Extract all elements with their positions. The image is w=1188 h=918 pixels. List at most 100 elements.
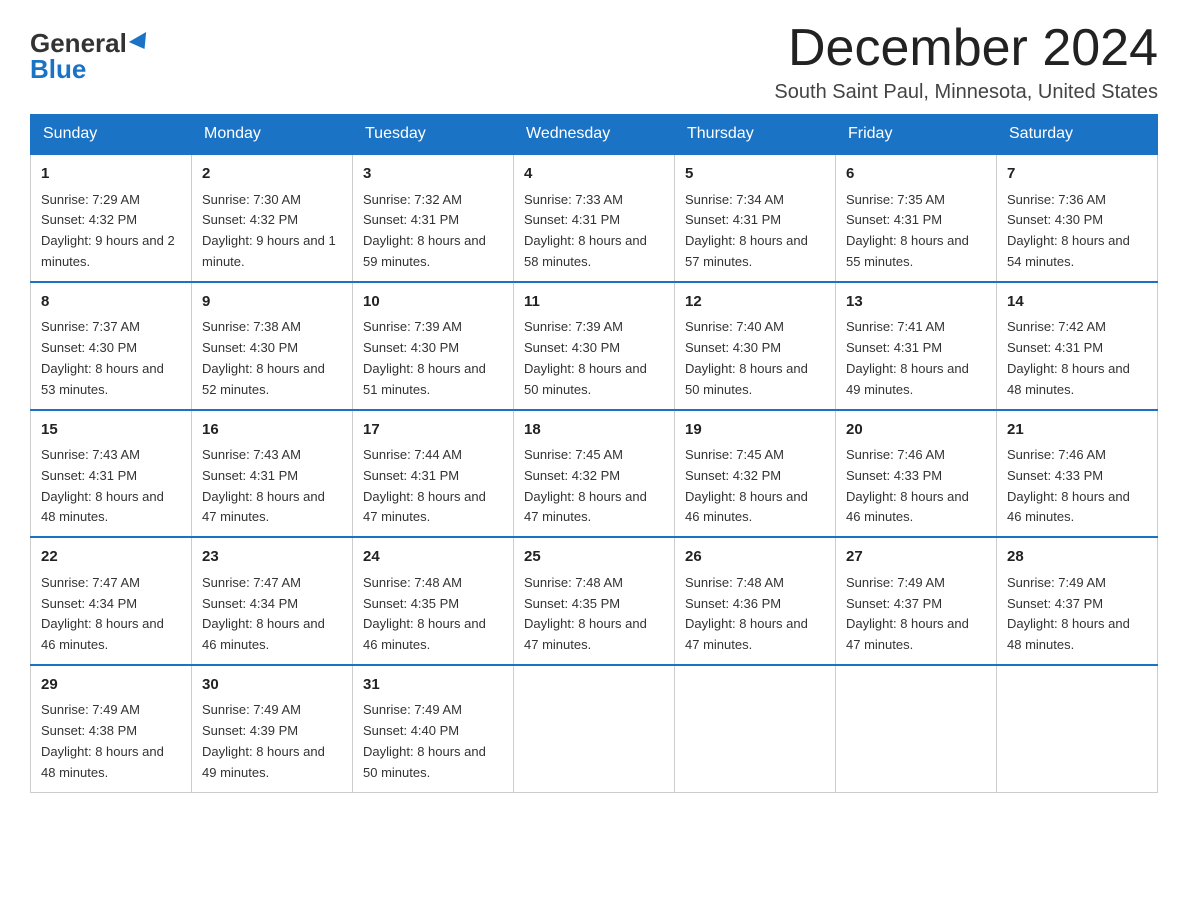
- calendar-week-row: 1 Sunrise: 7:29 AMSunset: 4:32 PMDaylight…: [31, 154, 1158, 282]
- calendar-day-cell: 17 Sunrise: 7:44 AMSunset: 4:31 PMDayligh…: [353, 410, 514, 538]
- day-info: Sunrise: 7:43 AMSunset: 4:31 PMDaylight:…: [41, 445, 181, 528]
- calendar-header-wednesday: Wednesday: [514, 115, 675, 155]
- day-number: 26: [685, 546, 825, 569]
- calendar-week-row: 22 Sunrise: 7:47 AMSunset: 4:34 PMDayligh…: [31, 537, 1158, 665]
- day-number: 17: [363, 419, 503, 442]
- calendar-title-section: December 2024 South Saint Paul, Minnesot…: [774, 20, 1158, 104]
- calendar-day-cell: 8Sunrise: 7:37 AMSunset: 4:30 PMDaylight…: [31, 282, 192, 410]
- day-number: 13: [846, 291, 986, 314]
- day-info: Sunrise: 7:32 AMSunset: 4:31 PMDaylight:…: [363, 190, 503, 273]
- calendar-day-cell: [675, 665, 836, 792]
- day-info: Sunrise: 7:42 AMSunset: 4:31 PMDaylight:…: [1007, 317, 1147, 400]
- day-info: Sunrise: 7:36 AMSunset: 4:30 PMDaylight:…: [1007, 190, 1147, 273]
- day-number: 9: [202, 291, 342, 314]
- calendar-day-cell: 6 Sunrise: 7:35 AMSunset: 4:31 PMDaylight…: [836, 154, 997, 282]
- day-info: Sunrise: 7:49 AMSunset: 4:38 PMDaylight:…: [41, 700, 181, 783]
- logo-triangle-icon: [129, 32, 153, 54]
- day-info: Sunrise: 7:35 AMSunset: 4:31 PMDaylight:…: [846, 190, 986, 273]
- calendar-header-friday: Friday: [836, 115, 997, 155]
- day-number: 11: [524, 291, 664, 314]
- calendar-day-cell: 26Sunrise: 7:48 AMSunset: 4:36 PMDayligh…: [675, 537, 836, 665]
- logo-general-text: General: [30, 30, 127, 56]
- day-info: Sunrise: 7:49 AMSunset: 4:40 PMDaylight:…: [363, 700, 503, 783]
- day-info: Sunrise: 7:33 AMSunset: 4:31 PMDaylight:…: [524, 190, 664, 273]
- day-number: 28: [1007, 546, 1147, 569]
- day-number: 8: [41, 291, 181, 314]
- day-number: 6: [846, 163, 986, 186]
- day-number: 22: [41, 546, 181, 569]
- day-info: Sunrise: 7:49 AMSunset: 4:37 PMDaylight:…: [1007, 573, 1147, 656]
- calendar-day-cell: 13 Sunrise: 7:41 AMSunset: 4:31 PMDayligh…: [836, 282, 997, 410]
- day-number: 20: [846, 419, 986, 442]
- calendar-day-cell: 19 Sunrise: 7:45 AMSunset: 4:32 PMDayligh…: [675, 410, 836, 538]
- calendar-day-cell: 24 Sunrise: 7:48 AMSunset: 4:35 PMDayligh…: [353, 537, 514, 665]
- calendar-header-sunday: Sunday: [31, 115, 192, 155]
- day-number: 2: [202, 163, 342, 186]
- day-info: Sunrise: 7:45 AMSunset: 4:32 PMDaylight:…: [685, 445, 825, 528]
- calendar-day-cell: 25 Sunrise: 7:48 AMSunset: 4:35 PMDayligh…: [514, 537, 675, 665]
- day-info: Sunrise: 7:39 AMSunset: 4:30 PMDaylight:…: [363, 317, 503, 400]
- day-info: Sunrise: 7:39 AMSunset: 4:30 PMDaylight:…: [524, 317, 664, 400]
- calendar-day-cell: 16Sunrise: 7:43 AMSunset: 4:31 PMDayligh…: [192, 410, 353, 538]
- calendar-day-cell: 1 Sunrise: 7:29 AMSunset: 4:32 PMDaylight…: [31, 154, 192, 282]
- day-info: Sunrise: 7:43 AMSunset: 4:31 PMDaylight:…: [202, 445, 342, 528]
- day-info: Sunrise: 7:45 AMSunset: 4:32 PMDaylight:…: [524, 445, 664, 528]
- day-number: 25: [524, 546, 664, 569]
- logo: General Blue: [30, 30, 151, 82]
- day-number: 19: [685, 419, 825, 442]
- day-number: 4: [524, 163, 664, 186]
- day-number: 23: [202, 546, 342, 569]
- day-number: 29: [41, 674, 181, 697]
- calendar-header-thursday: Thursday: [675, 115, 836, 155]
- calendar-header-saturday: Saturday: [997, 115, 1158, 155]
- day-number: 24: [363, 546, 503, 569]
- day-info: Sunrise: 7:38 AMSunset: 4:30 PMDaylight:…: [202, 317, 342, 400]
- calendar-location: South Saint Paul, Minnesota, United Stat…: [774, 81, 1158, 104]
- calendar-table: SundayMondayTuesdayWednesdayThursdayFrid…: [30, 114, 1158, 792]
- calendar-day-cell: [514, 665, 675, 792]
- day-number: 31: [363, 674, 503, 697]
- calendar-day-cell: 23Sunrise: 7:47 AMSunset: 4:34 PMDayligh…: [192, 537, 353, 665]
- calendar-month-year: December 2024: [774, 20, 1158, 77]
- calendar-week-row: 15 Sunrise: 7:43 AMSunset: 4:31 PMDayligh…: [31, 410, 1158, 538]
- calendar-day-cell: 28 Sunrise: 7:49 AMSunset: 4:37 PMDayligh…: [997, 537, 1158, 665]
- page-header: General Blue December 2024 South Saint P…: [30, 20, 1158, 104]
- calendar-day-cell: 12 Sunrise: 7:40 AMSunset: 4:30 PMDayligh…: [675, 282, 836, 410]
- calendar-day-cell: 15 Sunrise: 7:43 AMSunset: 4:31 PMDayligh…: [31, 410, 192, 538]
- calendar-header-monday: Monday: [192, 115, 353, 155]
- calendar-header-row: SundayMondayTuesdayWednesdayThursdayFrid…: [31, 115, 1158, 155]
- day-info: Sunrise: 7:29 AMSunset: 4:32 PMDaylight:…: [41, 190, 181, 273]
- day-info: Sunrise: 7:46 AMSunset: 4:33 PMDaylight:…: [846, 445, 986, 528]
- calendar-day-cell: 27Sunrise: 7:49 AMSunset: 4:37 PMDayligh…: [836, 537, 997, 665]
- day-number: 14: [1007, 291, 1147, 314]
- calendar-day-cell: 11 Sunrise: 7:39 AMSunset: 4:30 PMDayligh…: [514, 282, 675, 410]
- day-info: Sunrise: 7:48 AMSunset: 4:35 PMDaylight:…: [524, 573, 664, 656]
- calendar-day-cell: 29 Sunrise: 7:49 AMSunset: 4:38 PMDayligh…: [31, 665, 192, 792]
- day-info: Sunrise: 7:44 AMSunset: 4:31 PMDaylight:…: [363, 445, 503, 528]
- calendar-day-cell: 20 Sunrise: 7:46 AMSunset: 4:33 PMDayligh…: [836, 410, 997, 538]
- calendar-day-cell: 10Sunrise: 7:39 AMSunset: 4:30 PMDayligh…: [353, 282, 514, 410]
- day-number: 21: [1007, 419, 1147, 442]
- calendar-day-cell: 21 Sunrise: 7:46 AMSunset: 4:33 PMDayligh…: [997, 410, 1158, 538]
- day-info: Sunrise: 7:48 AMSunset: 4:35 PMDaylight:…: [363, 573, 503, 656]
- calendar-day-cell: 2Sunrise: 7:30 AMSunset: 4:32 PMDaylight…: [192, 154, 353, 282]
- day-info: Sunrise: 7:46 AMSunset: 4:33 PMDaylight:…: [1007, 445, 1147, 528]
- day-info: Sunrise: 7:49 AMSunset: 4:39 PMDaylight:…: [202, 700, 342, 783]
- calendar-day-cell: 7Sunrise: 7:36 AMSunset: 4:30 PMDaylight…: [997, 154, 1158, 282]
- day-info: Sunrise: 7:47 AMSunset: 4:34 PMDaylight:…: [41, 573, 181, 656]
- calendar-day-cell: 3Sunrise: 7:32 AMSunset: 4:31 PMDaylight…: [353, 154, 514, 282]
- day-info: Sunrise: 7:40 AMSunset: 4:30 PMDaylight:…: [685, 317, 825, 400]
- day-number: 15: [41, 419, 181, 442]
- calendar-week-row: 29 Sunrise: 7:49 AMSunset: 4:38 PMDayligh…: [31, 665, 1158, 792]
- day-info: Sunrise: 7:41 AMSunset: 4:31 PMDaylight:…: [846, 317, 986, 400]
- calendar-day-cell: 30Sunrise: 7:49 AMSunset: 4:39 PMDayligh…: [192, 665, 353, 792]
- calendar-day-cell: [997, 665, 1158, 792]
- logo-blue-text: Blue: [30, 56, 86, 82]
- calendar-day-cell: 31 Sunrise: 7:49 AMSunset: 4:40 PMDayligh…: [353, 665, 514, 792]
- calendar-week-row: 8Sunrise: 7:37 AMSunset: 4:30 PMDaylight…: [31, 282, 1158, 410]
- day-info: Sunrise: 7:34 AMSunset: 4:31 PMDaylight:…: [685, 190, 825, 273]
- day-number: 12: [685, 291, 825, 314]
- day-number: 1: [41, 163, 181, 186]
- day-number: 27: [846, 546, 986, 569]
- calendar-day-cell: 22 Sunrise: 7:47 AMSunset: 4:34 PMDayligh…: [31, 537, 192, 665]
